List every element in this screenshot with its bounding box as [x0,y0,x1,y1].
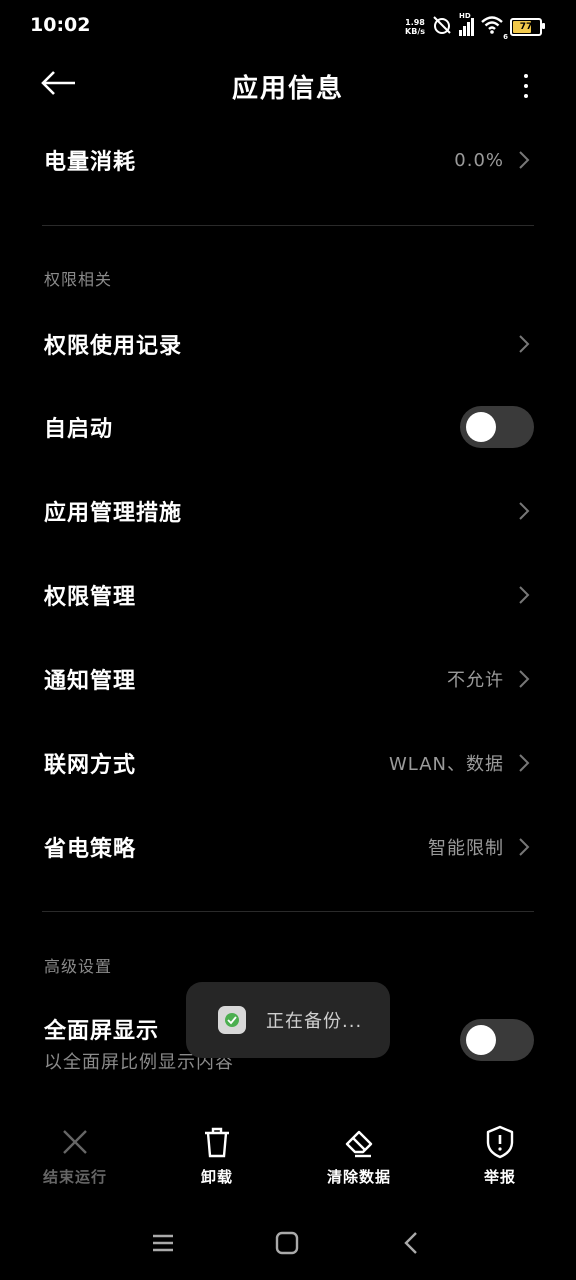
row-label: 应用管理措施 [44,501,183,526]
action-label: 卸载 [200,1168,233,1186]
network-speed-value: 1.98 [405,18,425,27]
close-icon [57,1124,93,1160]
chevron-right-icon [514,669,534,689]
autostart-toggle[interactable] [460,406,534,448]
alarm-off-icon [431,14,453,40]
row-label: 电量消耗 [44,150,137,175]
page-title: 应用信息 [231,74,344,104]
action-label: 结束运行 [42,1168,107,1186]
more-dot [524,84,528,88]
battery-level: 77 [519,22,533,32]
recent-apps-button[interactable] [143,1228,183,1262]
battery-usage-row[interactable]: 电量消耗 0.0% [0,120,576,200]
app-management-row[interactable]: 应用管理措施 [0,471,576,551]
permission-usage-row[interactable]: 权限使用记录 [0,304,576,384]
row-label: 权限管理 [44,585,137,610]
network-speed: 1.98 KB/s [405,18,425,36]
chevron-right-icon [514,585,534,605]
section-title-advanced: 高级设置 [44,957,113,976]
status-time: 10:02 [30,14,91,36]
backup-toast: 正在备份... [186,982,390,1058]
autostart-row: 自启动 [0,387,576,467]
network-speed-unit: KB/s [405,27,425,36]
fullscreen-toggle[interactable] [460,1019,534,1061]
power-saving-row[interactable]: 省电策略 智能限制 [0,807,576,887]
row-label: 通知管理 [44,669,137,694]
permission-management-row[interactable]: 权限管理 [0,555,576,635]
home-icon [275,1231,299,1259]
row-label: 联网方式 [44,753,137,778]
stop-button[interactable]: 结束运行 [15,1124,135,1187]
row-label: 省电策略 [44,837,137,862]
more-dot [524,94,528,98]
battery-icon: 77 [510,18,545,36]
more-dot [524,74,528,78]
status-icons: 1.98 KB/s HD 6 77 [405,12,545,41]
toggle-knob [466,412,496,442]
divider [42,911,534,912]
clear-data-button[interactable]: 清除数据 [299,1124,419,1187]
notification-management-row[interactable]: 通知管理 不允许 [0,639,576,719]
report-button[interactable]: 举报 [440,1124,560,1187]
toggle-knob [466,1025,496,1055]
network-mode-row[interactable]: 联网方式 WLAN、数据 [0,723,576,803]
action-label: 清除数据 [326,1168,391,1186]
row-value: 0.0% [454,149,504,171]
chevron-right-icon [514,150,534,170]
uninstall-button[interactable]: 卸载 [157,1124,277,1187]
signal-icon: HD [459,12,474,36]
more-button[interactable] [514,66,538,106]
fullscreen-label: 全面屏显示 [44,1019,160,1044]
wifi-sub: 6 [503,33,508,41]
nav-back-button[interactable] [391,1228,431,1262]
toast-text: 正在备份... [266,1011,363,1032]
network-label: HD [459,12,471,20]
chevron-right-icon [514,334,534,354]
chevron-right-icon [514,501,534,521]
row-value: 智能限制 [428,838,504,859]
section-title-permissions: 权限相关 [44,270,113,289]
app-backup-icon [218,1006,246,1034]
back-icon [403,1231,419,1259]
chevron-right-icon [514,753,534,773]
row-label: 自启动 [44,417,114,442]
row-value: WLAN、数据 [388,754,504,775]
action-label: 举报 [483,1168,516,1186]
shield-alert-icon [482,1124,518,1160]
trash-icon [199,1124,235,1160]
wifi-icon: 6 [480,15,508,41]
chevron-right-icon [514,837,534,857]
eraser-icon [341,1124,377,1160]
row-value: 不允许 [447,670,504,691]
home-button[interactable] [267,1228,307,1262]
row-label: 权限使用记录 [44,334,183,359]
divider [42,225,534,226]
menu-icon [152,1233,174,1257]
